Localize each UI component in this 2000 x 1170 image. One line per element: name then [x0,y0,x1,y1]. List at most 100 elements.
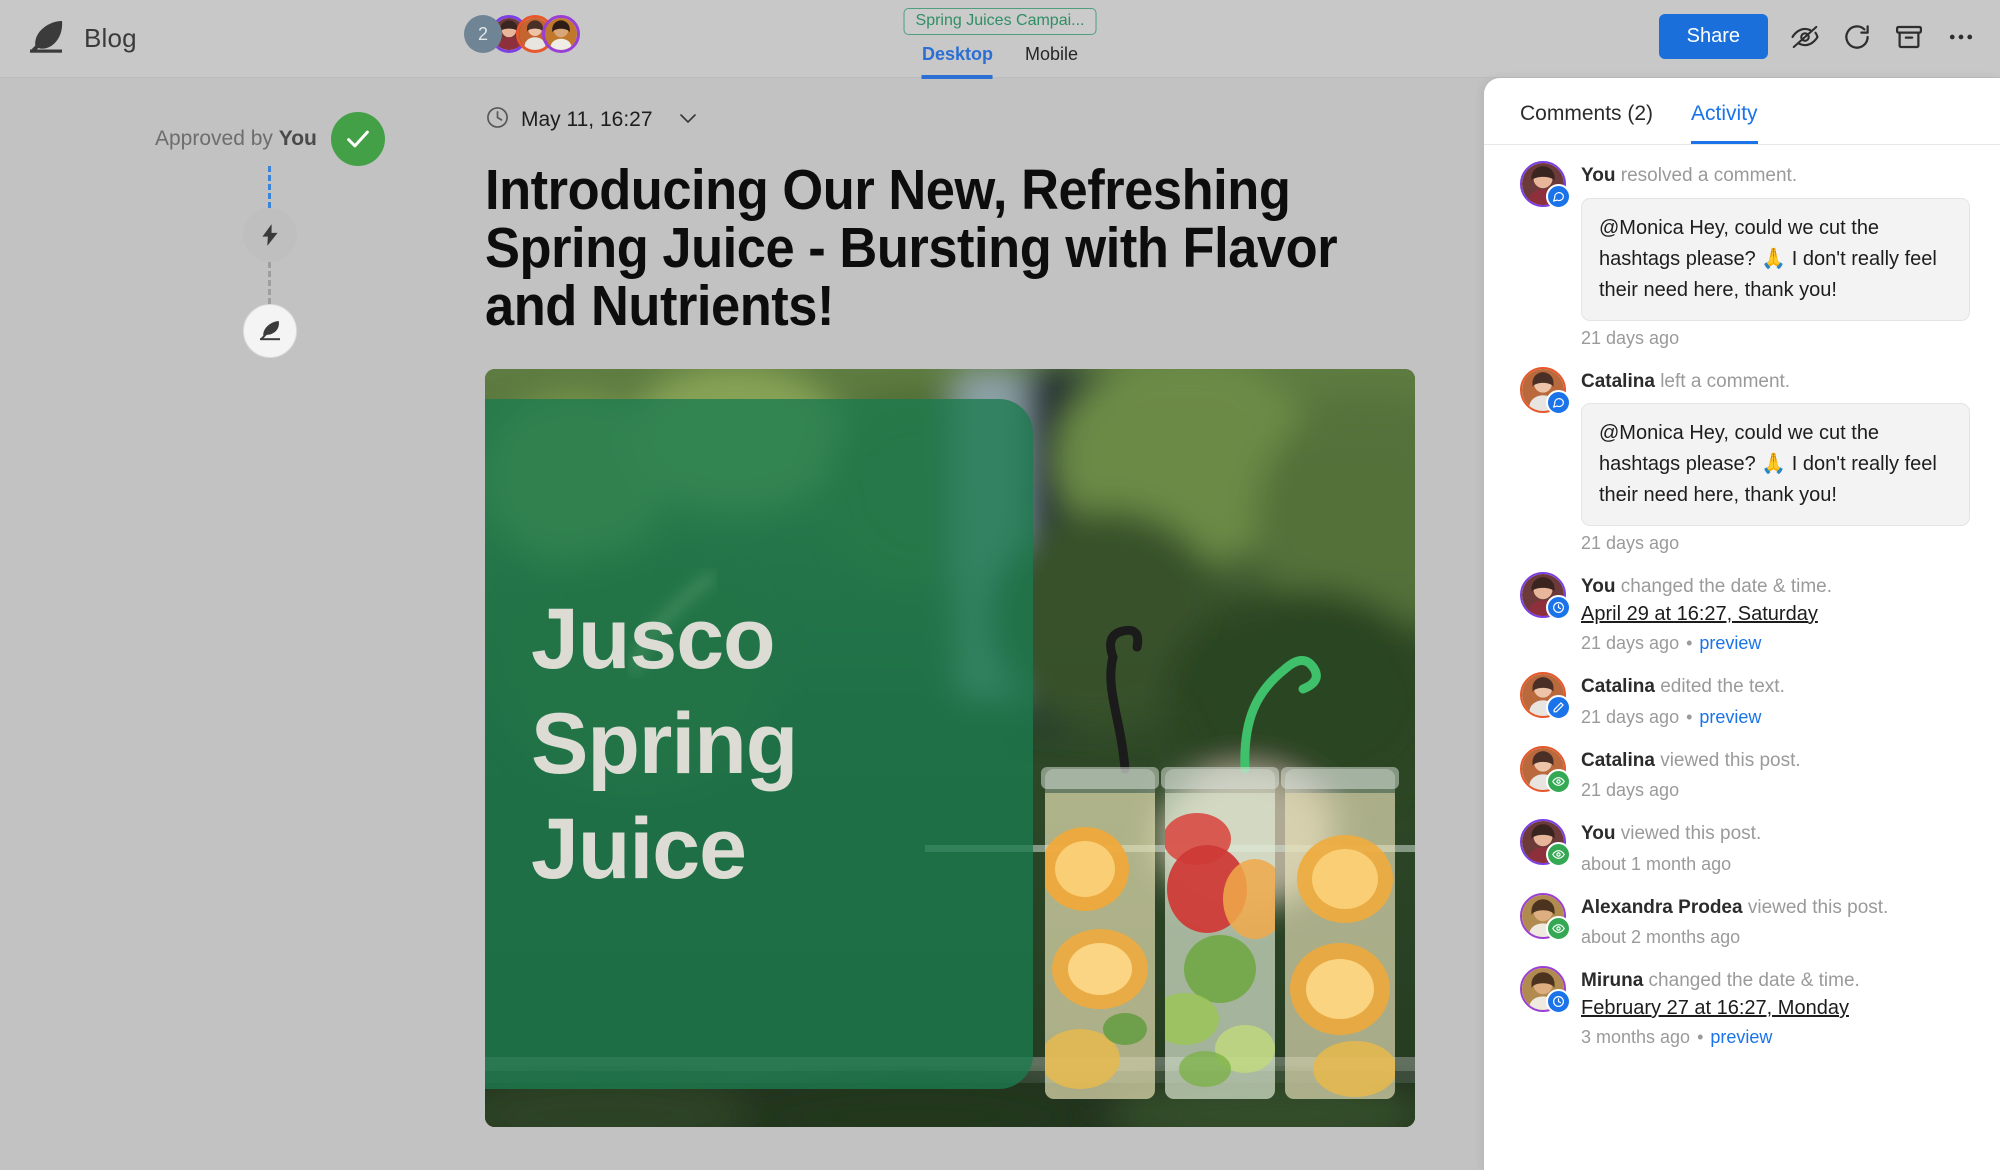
activity-action: left a comment. [1654,370,1791,392]
more-horizontal-icon[interactable] [1946,22,1976,52]
activity-timestamp-row: about 2 months ago [1581,927,1970,948]
activity-item: Catalina left a comment. @Monica Hey, cou… [1520,366,1970,555]
clock-icon [1546,989,1571,1015]
eye-icon [1546,768,1571,794]
activity-detail-value[interactable]: April 29 at 16:27, Saturday [1581,603,1970,626]
activity-body: You viewed this post. about 1 month ago [1581,819,1970,875]
share-button[interactable]: Share [1658,14,1768,59]
eye-off-icon[interactable] [1790,22,1820,52]
avatar[interactable] [1520,671,1571,720]
activity-action: viewed this post. [1742,896,1889,918]
campaign-tag[interactable]: Spring Juices Campai... [903,8,1097,35]
brand[interactable]: Blog [22,14,137,62]
collaborator-avatars[interactable]: 2 [464,15,580,53]
activity-body: Catalina viewed this post. 21 days ago [1581,746,1970,802]
hero-overlay-line: Spring [531,695,798,792]
tab-mobile[interactable]: Mobile [1025,44,1078,79]
activity-body: Miruna changed the date & time. February … [1581,966,1970,1048]
avatar[interactable] [1520,745,1571,794]
activity-headline: You resolved a comment. [1581,163,1970,189]
publish-date-row[interactable]: May 11, 16:27 [485,105,1415,135]
activity-timestamp-row: 21 days ago [1581,533,1970,554]
avatar[interactable] [1520,572,1571,621]
avatar[interactable] [542,15,580,53]
activity-actor: Catalina [1581,675,1655,697]
activity-headline: Catalina viewed this post. [1581,748,1970,774]
activity-preview-link[interactable]: preview [1699,707,1761,727]
activity-body: Catalina edited the text. 21 days ago • pre… [1581,672,1970,728]
activity-detail-value[interactable]: February 27 at 16:27, Monday [1581,997,1970,1020]
activity-timestamp: 21 days ago [1581,327,1680,348]
activity-actor: Miruna [1581,970,1644,992]
activity-timestamp-row: about 1 month ago [1581,854,1970,875]
hero-image[interactable]: Jusco Spring Juice [485,369,1415,1128]
activity-action: changed the date & time. [1643,970,1860,992]
dot-separator: • [1686,706,1693,727]
clock-icon [1546,595,1571,621]
activity-preview-link[interactable]: preview [1699,633,1761,653]
activity-action: viewed this post. [1654,749,1801,771]
activity-comment-text: @Monica Hey, could we cut the hashtags p… [1581,403,1970,527]
activity-timestamp: 3 months ago [1581,1027,1691,1048]
activity-body: Catalina left a comment. @Monica Hey, cou… [1581,367,1970,555]
tab-activity[interactable]: Activity [1691,102,1758,144]
comment-bubble-icon [1546,184,1571,209]
activity-timestamp-row: 21 days ago • preview [1581,707,1970,728]
approval-connector [268,166,272,208]
feather-quill-icon [259,321,280,341]
avatar[interactable] [1520,892,1571,941]
header-actions: Share [1658,14,1976,59]
clock-icon [485,105,510,135]
activity-actor: Catalina [1581,370,1655,392]
approval-node-approved[interactable] [330,112,385,166]
activity-timestamp: 21 days ago [1581,533,1680,554]
activity-item: You changed the date & time. April 29 at … [1520,572,1970,654]
activity-headline: Alexandra Prodea viewed this post. [1581,895,1970,921]
activity-actor: Catalina [1581,749,1655,771]
center-header-stack: Spring Juices Campai... Desktop Mobile [903,8,1097,79]
activity-timestamp-row: 21 days ago [1581,780,1970,801]
activity-timestamp: about 2 months ago [1581,927,1741,948]
activity-headline: You viewed this post. [1581,821,1970,847]
activity-timestamp-row: 21 days ago • preview [1581,633,1970,654]
activity-action: edited the text. [1654,675,1785,697]
activity-item: You viewed this post. about 1 month ago [1520,819,1970,875]
activity-action: resolved a comment. [1615,165,1798,186]
hero-overlay-line: Jusco [531,591,776,688]
activity-actor: Alexandra Prodea [1581,896,1743,918]
activity-preview-link[interactable]: preview [1710,1027,1772,1047]
top-header-bar: Blog 2 Spring Juices Campai... Desktop M… [0,0,2000,79]
chevron-down-icon[interactable] [676,106,700,135]
avatar[interactable] [1520,819,1571,868]
tab-comments[interactable]: Comments (2) [1520,102,1653,144]
article-preview: May 11, 16:27 Introducing Our New, Refre… [485,105,1415,1128]
avatar[interactable] [1520,161,1571,209]
avatar[interactable] [1520,366,1571,415]
activity-comment-text: @Monica Hey, could we cut the hashtags p… [1581,197,1970,321]
activity-timestamp-row: 3 months ago • preview [1581,1027,1970,1048]
collaborator-overflow-count[interactable]: 2 [464,15,502,53]
activity-side-panel: Comments (2) Activity You resolved a com… [1484,78,2000,1170]
activity-item: Catalina viewed this post. 21 days ago [1520,745,1970,802]
activity-item: Miruna changed the date & time. February … [1520,966,1970,1048]
activity-item: Catalina edited the text. 21 days ago • pre… [1520,671,1970,728]
activity-headline: Miruna changed the date & time. [1581,968,1970,994]
activity-actor: You [1581,165,1616,186]
dot-separator: • [1697,1027,1704,1048]
activity-action: viewed this post. [1615,823,1762,845]
hero-overlay-line: Juice [531,800,747,897]
tab-desktop[interactable]: Desktop [921,44,993,79]
refresh-icon[interactable] [1842,22,1872,52]
archive-icon[interactable] [1894,22,1924,52]
avatar[interactable] [1520,966,1571,1015]
approval-status-row: Approved by You [155,112,385,166]
activity-actor: You [1581,576,1616,598]
approval-connector [268,262,272,304]
approval-node-draft[interactable] [242,304,297,358]
panel-tabs: Comments (2) Activity [1484,78,2000,145]
page-title: Introducing Our New, Refreshing Spring J… [485,158,1338,339]
lightning-bolt-icon [262,224,278,246]
activity-timestamp-row: 21 days ago [1581,328,1970,349]
dot-separator: • [1686,632,1693,653]
approval-node-automation[interactable] [242,208,297,262]
